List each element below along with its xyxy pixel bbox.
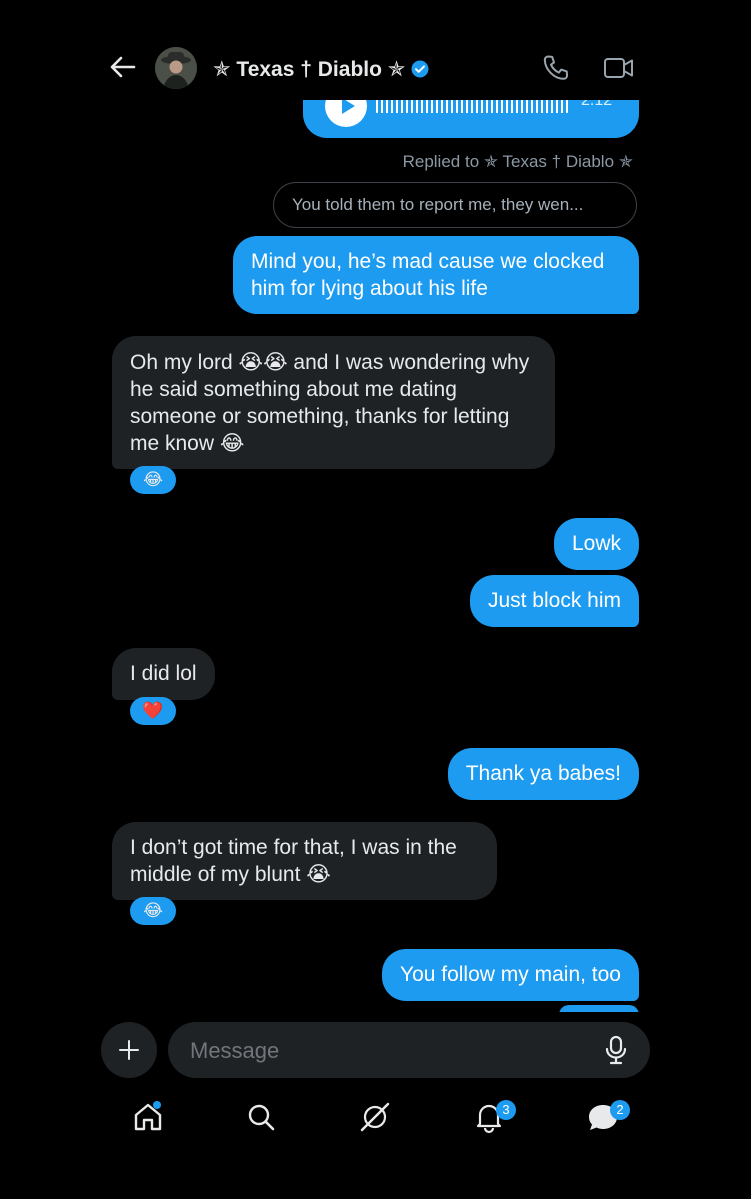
outgoing-message[interactable]: You follow my main, too (381, 949, 639, 1001)
outgoing-message[interactable]: Lowk (553, 518, 639, 570)
grok-icon[interactable] (358, 1100, 392, 1134)
microphone-icon[interactable] (602, 1035, 630, 1065)
video-icon[interactable] (603, 55, 635, 81)
avatar[interactable] (155, 47, 197, 89)
incoming-message[interactable]: I don’t got time for that, I was in the … (112, 822, 497, 900)
outgoing-message[interactable]: Mind you, he’s mad cause we clocked him … (233, 236, 639, 314)
back-arrow-icon[interactable] (106, 50, 140, 84)
message-input[interactable]: Message (168, 1022, 650, 1078)
reply-label: Replied to ✯ Texas † Diablo ✯ (402, 152, 633, 171)
search-icon[interactable] (244, 1100, 278, 1134)
outgoing-message[interactable]: Just block him (469, 575, 639, 627)
messages-badge: 2 (610, 1100, 630, 1120)
chat-header: ✯ Texas † Diablo ✯ (0, 0, 751, 100)
verified-badge-icon (411, 60, 429, 78)
contact-name-label: ✯ Texas † Diablo ✯ (213, 57, 406, 81)
home-unread-dot (153, 1101, 161, 1109)
quoted-message[interactable]: You told them to report me, they wen... (273, 182, 637, 228)
notifications-badge: 3 (496, 1100, 516, 1120)
phone-icon[interactable] (541, 53, 571, 83)
incoming-message[interactable]: I did lol (112, 648, 215, 700)
add-attachment-button[interactable] (101, 1022, 157, 1078)
outgoing-message[interactable]: Thank ya babes! (447, 748, 639, 800)
reaction-badge[interactable]: 😂 (130, 897, 176, 925)
incoming-message[interactable]: Oh my lord 😭😭 and I was wondering why he… (112, 336, 555, 469)
reaction-badge[interactable]: ❤️ (130, 697, 176, 725)
message-placeholder: Message (190, 1038, 280, 1063)
reaction-badge[interactable]: 😂 (130, 466, 176, 494)
contact-name[interactable]: ✯ Texas † Diablo ✯ (213, 55, 429, 83)
